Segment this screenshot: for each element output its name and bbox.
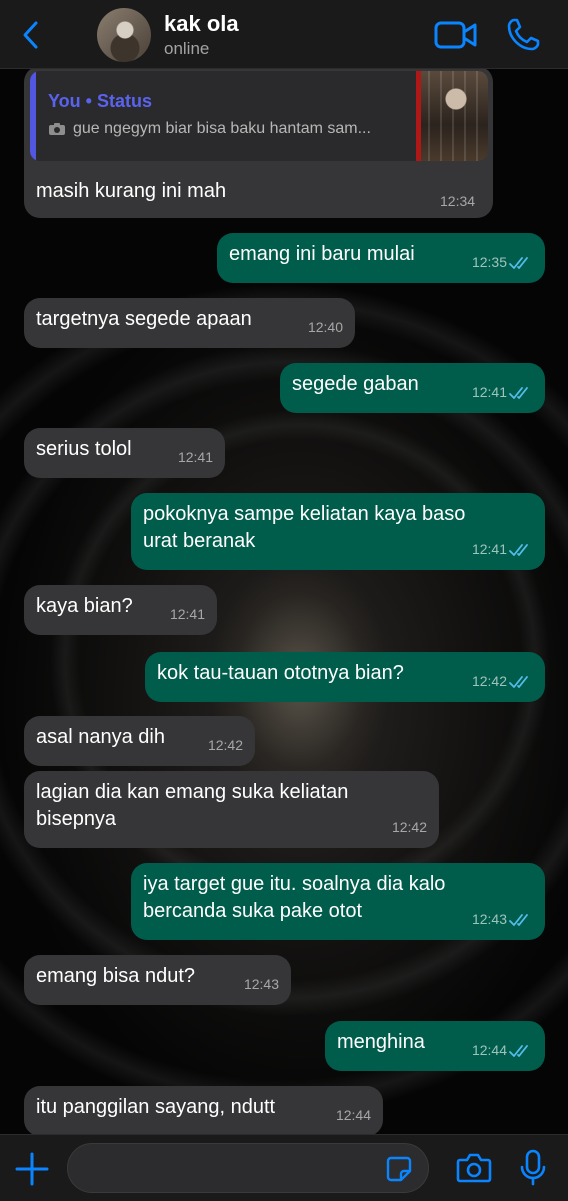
message-time: 12:35 (471, 254, 507, 270)
avatar[interactable] (97, 8, 151, 62)
double-check-icon (509, 675, 528, 688)
double-check-icon (509, 913, 528, 926)
quote-author: You • Status (48, 91, 152, 111)
quote-text: gue ngegym biar bisa baku hantam sam... (73, 120, 371, 137)
message-meta: 12:41 (170, 601, 205, 628)
message-bubble-outgoing[interactable]: menghina 12:44 (325, 1021, 545, 1071)
message-time: 12:42 (471, 673, 507, 689)
message-meta: 12:42 (472, 668, 533, 695)
video-call-button[interactable] (434, 20, 478, 50)
status-thumbnail (416, 71, 488, 161)
message-bubble-incoming[interactable]: kaya bian? 12:41 (24, 585, 217, 635)
message-bubble-incoming[interactable]: asal nanya dih 12:42 (24, 716, 255, 766)
message-meta: 12:44 (336, 1102, 371, 1129)
quote-text-row: gue ngegym biar bisa baku hantam sam... (48, 120, 371, 138)
phone-icon (507, 18, 540, 51)
message-meta: 12:35 (472, 249, 533, 276)
message-time: 12:42 (207, 737, 243, 753)
message-bubble-incoming[interactable]: serius tolol 12:41 (24, 428, 225, 478)
double-check-icon (509, 1044, 528, 1057)
attach-button[interactable] (14, 1151, 50, 1187)
contact-name[interactable]: kak ola (164, 11, 239, 37)
message-input-wrapper (67, 1143, 429, 1193)
double-check-icon (509, 543, 528, 556)
video-camera-icon (434, 21, 477, 49)
message-time: 12:44 (335, 1107, 371, 1123)
double-check-icon (509, 256, 528, 269)
message-bubble-incoming[interactable]: emang bisa ndut? 12:43 (24, 955, 291, 1005)
message-time: 12:40 (307, 319, 343, 335)
message-time: 12:41 (471, 384, 507, 400)
message-meta: 12:42 (392, 814, 427, 841)
message-time: 12:41 (177, 449, 213, 465)
quote-accent-bar (30, 71, 36, 161)
voice-call-button[interactable] (505, 17, 541, 53)
message-bubble-outgoing[interactable]: pokoknya sampe keliatan kaya baso urat b… (131, 493, 545, 570)
message-meta: 12:40 (308, 314, 343, 341)
sticker-button[interactable] (386, 1156, 412, 1182)
camera-button[interactable] (456, 1152, 492, 1184)
message-meta: 12:44 (472, 1037, 533, 1064)
message-text: lagian dia kan emang suka keliatan bisep… (36, 781, 349, 830)
camera-icon (456, 1153, 492, 1183)
message-time: 12:44 (471, 1042, 507, 1058)
chevron-left-icon (23, 21, 38, 49)
message-time: 12:41 (169, 606, 205, 622)
message-bubble-incoming[interactable]: lagian dia kan emang suka keliatan bisep… (24, 771, 439, 848)
message-bubble-incoming[interactable]: targetnya segede apaan 12:40 (24, 298, 355, 348)
message-time: 12:41 (471, 541, 507, 557)
sticker-icon (386, 1156, 412, 1182)
composer-bar (0, 1134, 568, 1201)
message-meta: 12:42 (208, 732, 243, 759)
message-text: itu panggilan sayang, ndutt (36, 1096, 276, 1118)
message-meta: 12:43 (244, 971, 279, 998)
quoted-status[interactable]: You • Status gue ngegym biar bisa baku h… (30, 71, 488, 161)
message-text: masih kurang ini mah (36, 180, 227, 202)
contact-status: online (164, 39, 210, 58)
message-input[interactable] (84, 1154, 378, 1186)
message-bubble-outgoing[interactable]: kok tau-tauan ototnya bian? 12:42 (145, 652, 545, 702)
plus-icon (15, 1152, 49, 1186)
message-meta: 12:43 (472, 906, 533, 933)
double-check-icon (509, 386, 528, 399)
message-meta: 12:41 (472, 379, 533, 406)
message-bubble-outgoing[interactable]: iya target gue itu. soalnya dia kalo ber… (131, 863, 545, 940)
camera-icon (49, 123, 65, 135)
message-meta: 12:41 (178, 444, 213, 471)
message-bubble-outgoing[interactable]: segede gaban 12:41 (280, 363, 545, 413)
chat-header: kak ola online (0, 0, 568, 69)
message-time: 12:43 (471, 911, 507, 927)
message-time: 12:43 (243, 976, 279, 992)
message-bubble-incoming[interactable]: itu panggilan sayang, ndutt 12:44 (24, 1086, 383, 1136)
message-bubble-outgoing[interactable]: emang ini baru mulai 12:35 (217, 233, 545, 283)
microphone-button[interactable] (520, 1149, 546, 1187)
back-button[interactable] (14, 18, 48, 52)
message-text: targetnya segede apaan (36, 308, 252, 330)
message-text: emang bisa ndut? (36, 965, 196, 987)
microphone-icon (520, 1149, 546, 1186)
message-time: 12:42 (391, 819, 427, 835)
message-time: 12:34 (440, 193, 476, 209)
message-meta: 12:41 (472, 536, 533, 563)
